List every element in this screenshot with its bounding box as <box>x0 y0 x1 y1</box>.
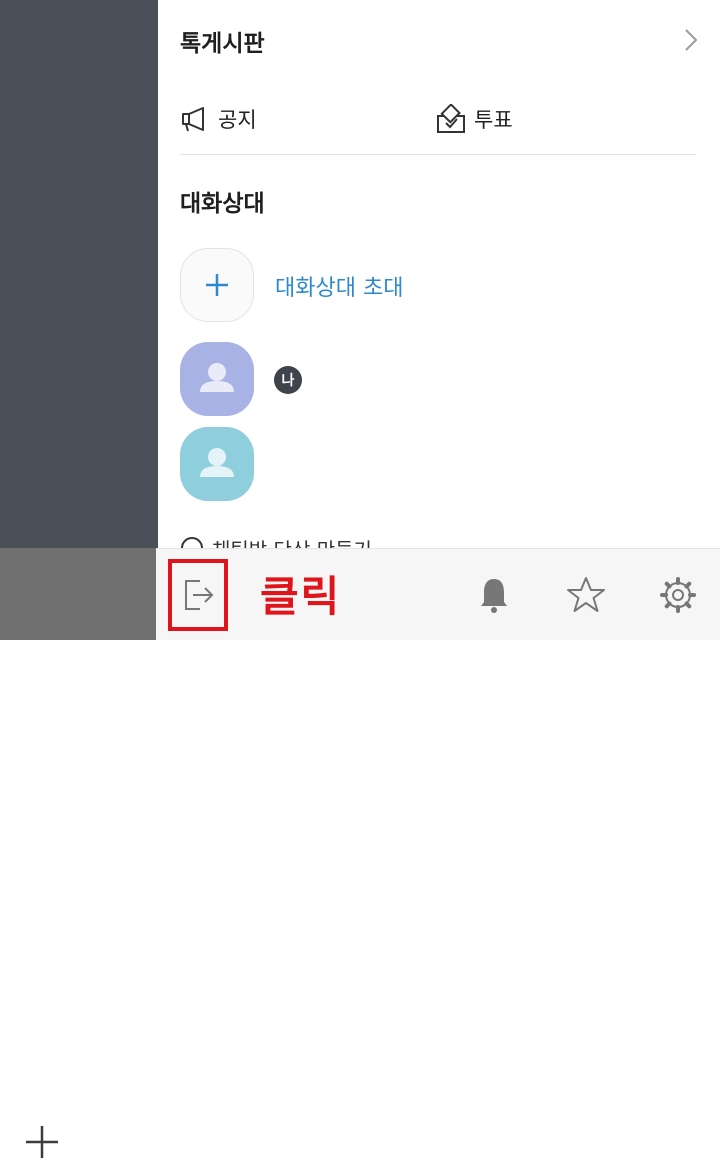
notice-button[interactable]: 공지 <box>180 102 257 136</box>
divider <box>180 154 696 155</box>
chevron-right-icon[interactable] <box>684 28 698 52</box>
star-icon[interactable] <box>566 575 606 615</box>
members-title: 대화상대 <box>180 191 265 217</box>
partial-row[interactable]: 채팅방 단상 만들기 <box>180 536 372 548</box>
vote-label: 투표 <box>474 108 513 132</box>
plus-icon <box>206 274 228 296</box>
gear-icon[interactable] <box>658 575 698 615</box>
partial-row-label: 채팅방 단상 만들기 <box>212 534 372 549</box>
vote-box-icon <box>437 104 465 133</box>
me-badge: 나 <box>274 366 302 394</box>
notice-label: 공지 <box>218 108 257 132</box>
invite-label[interactable]: 대화상대 초대 <box>275 270 403 302</box>
chatroom-drawer: 톡게시판 공지 투표 대화상대 대화상대 초대 나 <box>158 0 720 548</box>
exit-icon <box>185 580 214 610</box>
megaphone-icon <box>182 107 204 132</box>
bell-icon[interactable] <box>474 575 514 615</box>
exit-button[interactable] <box>168 559 228 631</box>
invite-button[interactable] <box>180 248 254 322</box>
plus-icon[interactable] <box>24 1124 60 1160</box>
avatar[interactable] <box>180 427 254 501</box>
circle-icon <box>181 537 203 548</box>
vote-button[interactable]: 투표 <box>436 102 513 136</box>
drawer-bottom-bar: 클릭 <box>156 548 720 640</box>
person-icon <box>200 363 234 392</box>
dimmed-input-bar <box>0 548 156 1158</box>
click-callout: 클릭 <box>260 572 342 621</box>
board-title[interactable]: 톡게시판 <box>180 24 265 58</box>
person-icon <box>200 448 234 477</box>
avatar[interactable] <box>180 342 254 416</box>
dimmed-chat-background[interactable] <box>0 0 158 548</box>
